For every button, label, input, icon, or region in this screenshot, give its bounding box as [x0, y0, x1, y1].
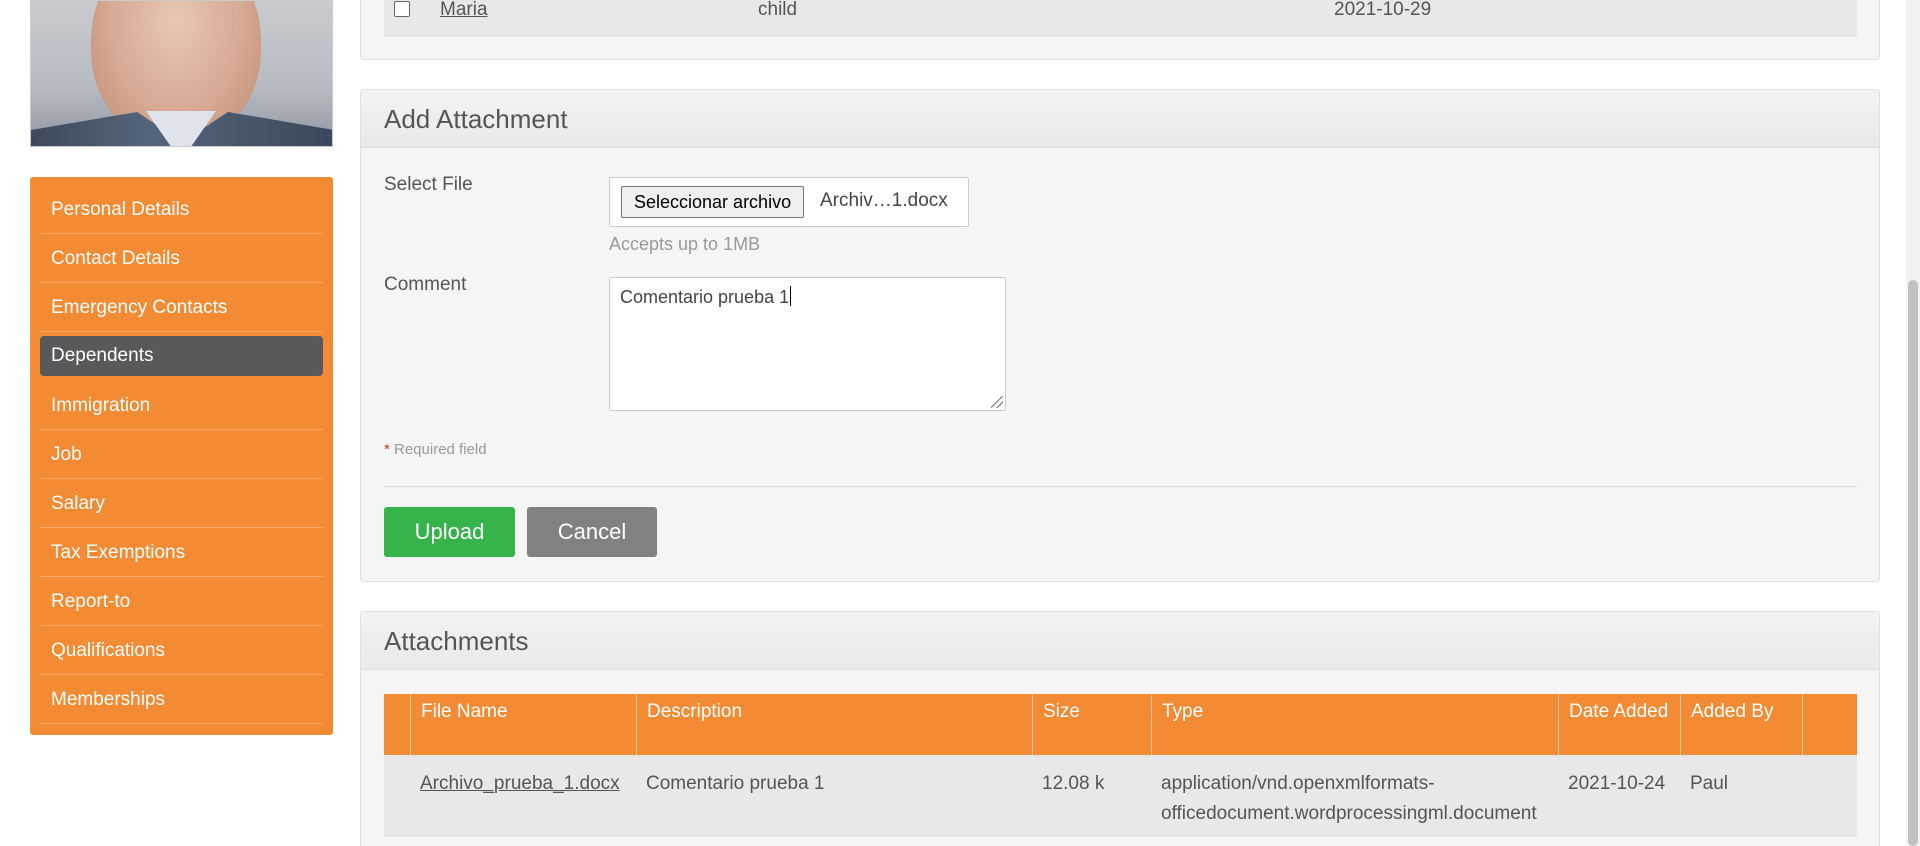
sidebar-item-dependents[interactable]: Dependents — [40, 336, 323, 376]
selected-file-name: Archiv…1.docx — [820, 190, 948, 211]
dependent-name-link[interactable]: Maria — [440, 0, 488, 21]
sidebar-item-contact-details[interactable]: Contact Details — [40, 234, 323, 283]
attachments-panel: Attachments File Name Description Size T… — [360, 611, 1880, 846]
employee-photo[interactable] — [30, 0, 333, 147]
required-field-note: * Required field — [384, 441, 487, 458]
choose-file-button[interactable]: Seleccionar archivo — [621, 186, 805, 218]
table-row: Maria child 2021-10-29 — [384, 0, 1857, 37]
form-divider — [384, 486, 1857, 487]
cell-date-added: 2021-10-24 — [1568, 773, 1666, 794]
file-name-link[interactable]: Archivo_prueba_1.docx — [420, 773, 620, 794]
cell-size: 12.08 k — [1042, 773, 1105, 794]
sidebar-item-job[interactable]: Job — [40, 430, 323, 479]
text-caret — [790, 286, 792, 306]
header-date-added: Date Added — [1558, 694, 1680, 755]
header-added-by: Added By — [1680, 694, 1802, 755]
cell-type: application/vnd.openxmlformats-officedoc… — [1161, 773, 1537, 824]
header-file-name: File Name — [410, 694, 636, 755]
header-type: Type — [1151, 694, 1558, 755]
file-size-hint: Accepts up to 1MB — [609, 234, 761, 254]
header-checkbox-col — [384, 694, 410, 755]
comment-label: Comment — [384, 274, 467, 295]
row-checkbox[interactable] — [394, 1, 410, 17]
sidebar-item-qualifications[interactable]: Qualifications — [40, 626, 323, 675]
upload-button[interactable]: Upload — [384, 507, 515, 557]
dependent-date-of-birth: 2021-10-29 — [1334, 0, 1432, 20]
row-checkbox-col — [384, 755, 410, 837]
header-actions-col — [1802, 694, 1857, 755]
attachments-table: File Name Description Size Type Date Add… — [384, 694, 1857, 837]
sidebar-item-immigration[interactable]: Immigration — [40, 381, 323, 430]
sidebar-item-report-to[interactable]: Report-to — [40, 577, 323, 626]
dependents-panel: Maria child 2021-10-29 — [360, 0, 1880, 60]
required-note-text: Required field — [389, 441, 487, 458]
select-file-label: Select File — [384, 174, 473, 195]
cell-actions — [1802, 755, 1857, 837]
add-attachment-panel: Add Attachment Select File Seleccionar a… — [360, 89, 1880, 582]
cell-description: Comentario prueba 1 — [646, 773, 825, 794]
comment-text: Comentario prueba 1 — [620, 287, 790, 307]
cancel-button[interactable]: Cancel — [527, 507, 657, 557]
sidebar-item-emergency-contacts[interactable]: Emergency Contacts — [40, 283, 323, 332]
sidebar-item-memberships[interactable]: Memberships — [40, 675, 323, 724]
table-header: File Name Description Size Type Date Add… — [384, 694, 1857, 755]
sidebar-item-tax-exemptions[interactable]: Tax Exemptions — [40, 528, 323, 577]
page-scrollbar[interactable] — [1906, 0, 1920, 846]
file-input[interactable]: Seleccionar archivo Archiv…1.docx — [609, 177, 969, 227]
table-row: Archivo_prueba_1.docx Comentario prueba … — [384, 755, 1857, 837]
sidebar-item-personal-details[interactable]: Personal Details — [40, 185, 323, 234]
header-description: Description — [636, 694, 1032, 755]
comment-textarea[interactable]: Comentario prueba 1 — [609, 277, 1006, 411]
header-size: Size — [1032, 694, 1151, 755]
resize-handle-icon[interactable] — [991, 396, 1003, 408]
employee-side-menu: Personal Details Contact Details Emergen… — [30, 177, 333, 735]
panel-title: Attachments — [361, 612, 1879, 670]
scrollbar-thumb[interactable] — [1908, 280, 1918, 846]
cell-file-name: Archivo_prueba_1.docx — [410, 755, 636, 837]
cell-added-by: Paul — [1690, 773, 1729, 794]
sidebar-item-salary[interactable]: Salary — [40, 479, 323, 528]
dependent-relationship: child — [758, 0, 798, 20]
panel-title: Add Attachment — [361, 90, 1879, 148]
